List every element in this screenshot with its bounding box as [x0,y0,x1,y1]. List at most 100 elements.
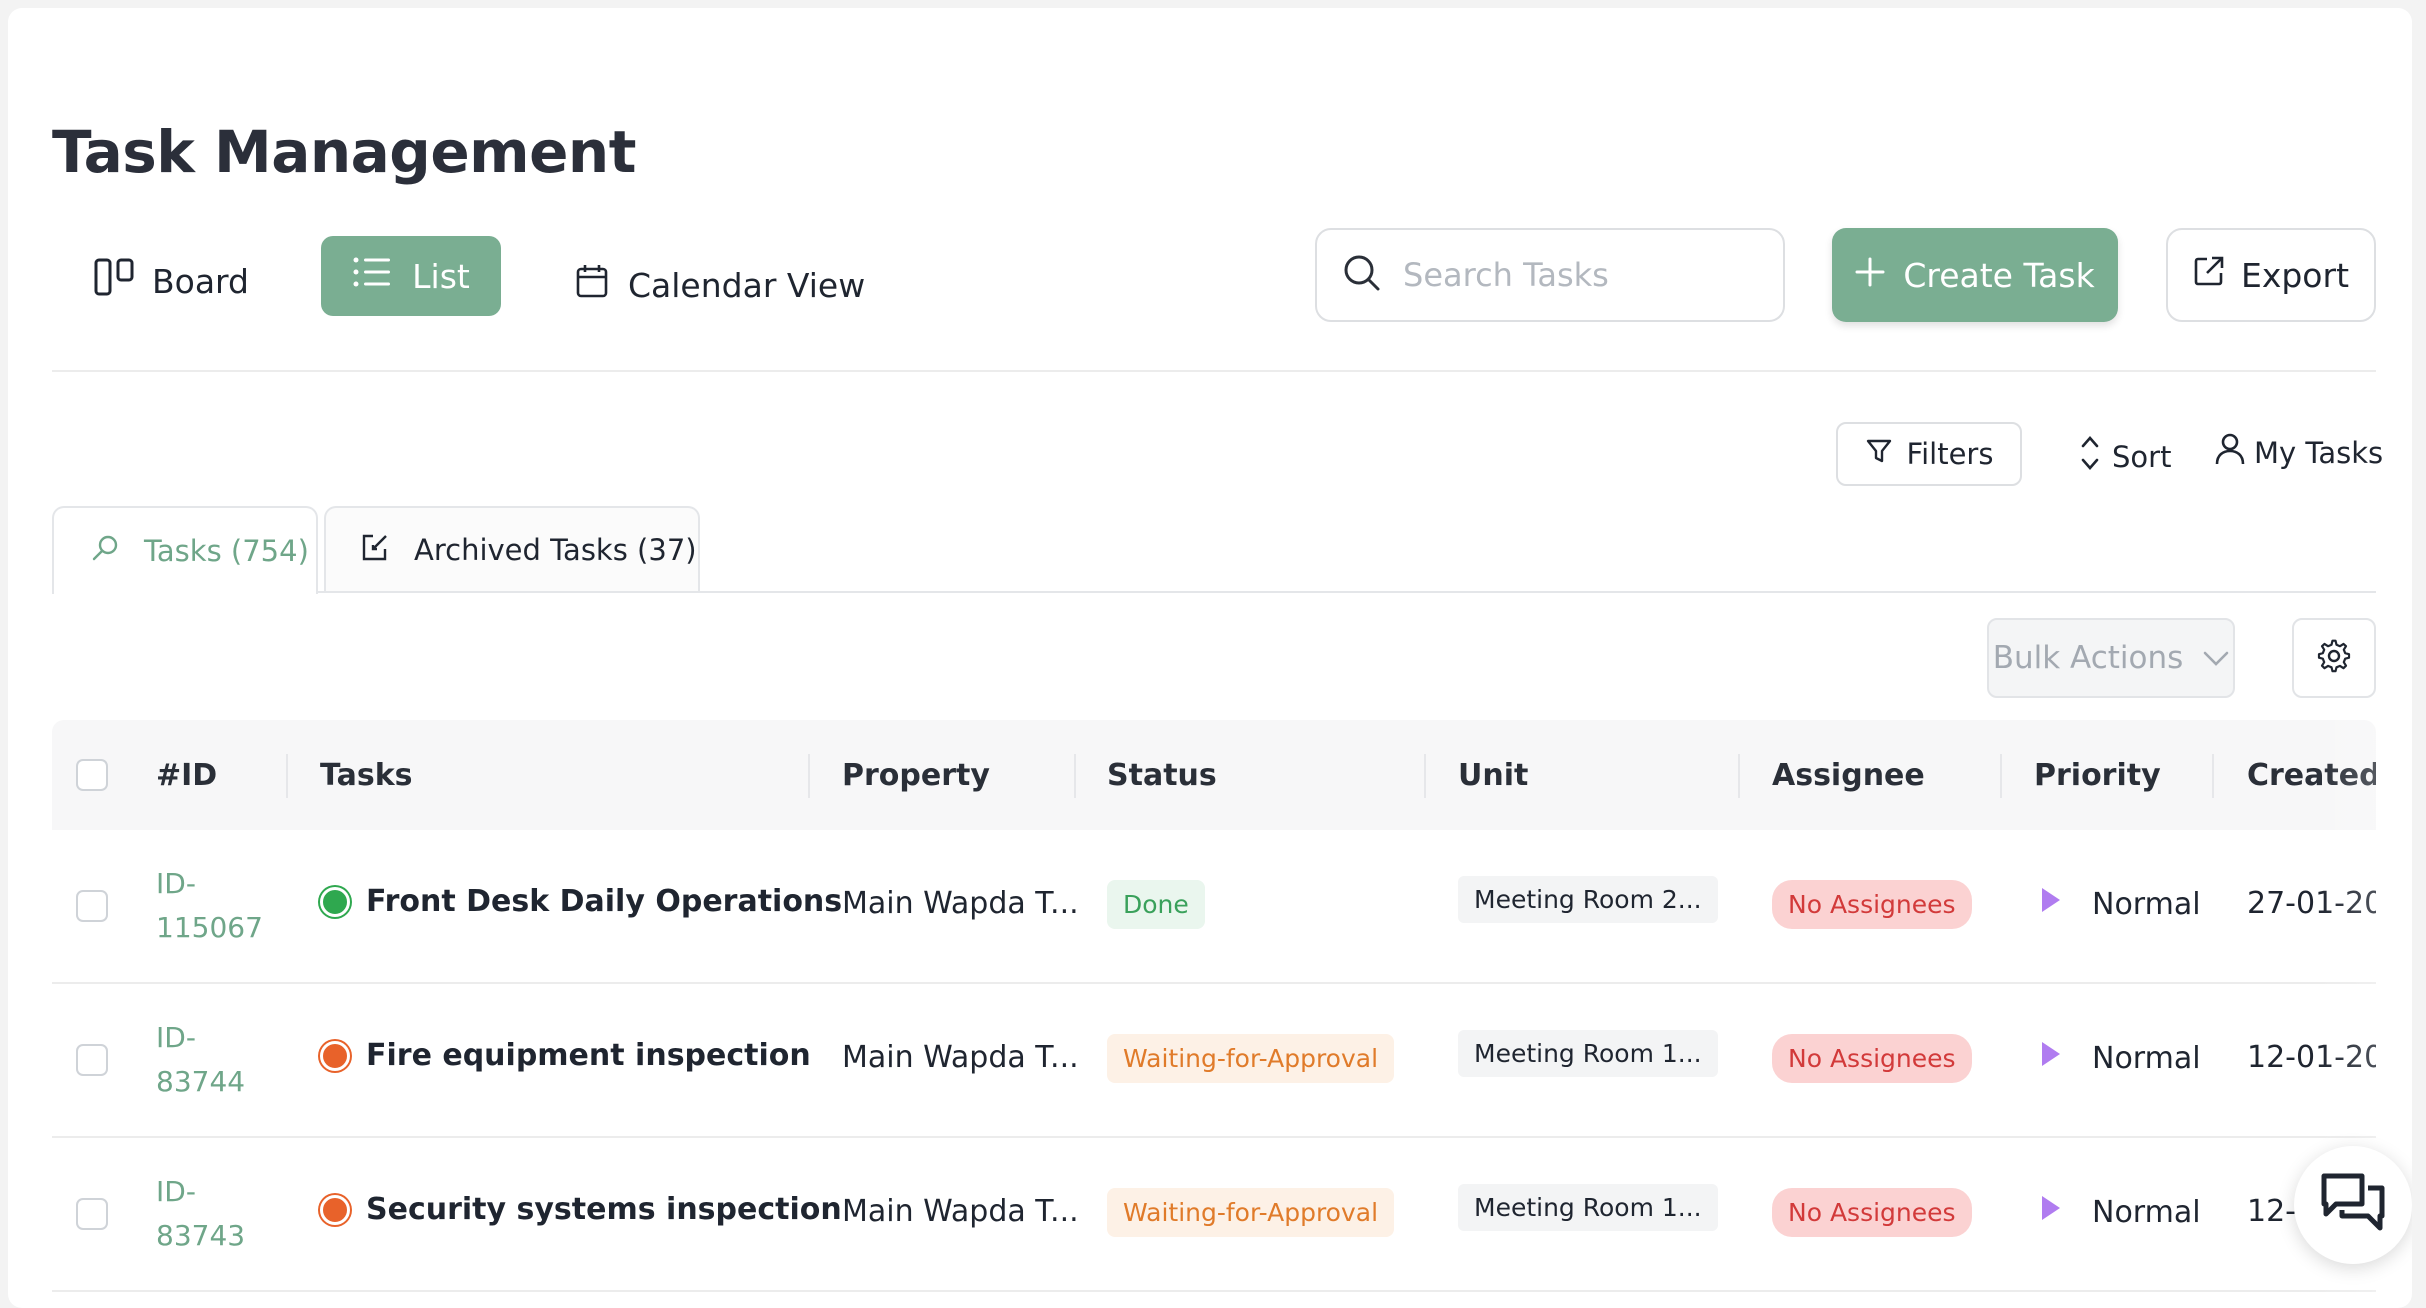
calendar-icon [576,264,608,306]
table-settings-button[interactable] [2292,618,2376,698]
task-name[interactable]: Fire equipment inspection [320,1038,811,1073]
chat-button[interactable] [2294,1146,2412,1264]
view-list-label: List [412,256,470,296]
status-badge[interactable]: Done [1107,880,1205,929]
flag-icon [2040,1194,2062,1230]
my-tasks-label: My Tasks [2254,435,2384,470]
header-priority[interactable]: Priority [2034,720,2161,830]
column-divider [1074,754,1076,798]
filter-icon [1865,437,1893,472]
task-id-link[interactable]: ID-115067 [156,862,266,950]
table-row[interactable]: ID-83743 Security systems inspection Mai… [52,1138,2376,1292]
task-name-label: Security systems inspection [366,1192,842,1227]
task-name-label: Fire equipment inspection [366,1038,811,1073]
flag-icon [2040,1040,2062,1076]
plus-icon [1855,256,1885,295]
list-icon [352,255,392,297]
view-list-button[interactable]: List [321,236,501,316]
assignee-badge[interactable]: No Assignees [1772,1034,1972,1083]
filters-button[interactable]: Filters [1836,422,2022,486]
priority-label: Normal [2092,1040,2201,1076]
sort-button[interactable]: Sort [2078,434,2171,479]
task-name-label: Front Desk Daily Operations [366,884,843,919]
create-task-button[interactable]: Create Task [1832,228,2118,322]
column-divider [1424,754,1426,798]
export-label: Export [2240,255,2350,295]
task-id-link[interactable]: ID-83743 [156,1170,266,1258]
task-name[interactable]: Front Desk Daily Operations [320,884,842,919]
select-all-cell [76,720,108,830]
create-task-label: Create Task [1903,255,2095,295]
sort-label: Sort [2112,439,2172,474]
bulk-actions-label: Bulk Actions [1992,640,2184,676]
task-name[interactable]: Security systems inspection [320,1192,842,1227]
unit-chip: Meeting Room 1... [1458,1184,1718,1231]
assignee-badge[interactable]: No Assignees [1772,880,1972,929]
chat-icon [2320,1172,2386,1238]
header-id[interactable]: #ID [156,720,217,830]
bulk-actions-dropdown[interactable]: Bulk Actions [1987,618,2235,698]
unit-cell: Meeting Room 2... [1458,876,1718,923]
header-unit[interactable]: Unit [1458,720,1528,830]
row-checkbox[interactable] [76,1198,108,1230]
status-badge[interactable]: Waiting-for-Approval [1107,1188,1395,1237]
column-divider [1738,754,1740,798]
assignee-badge[interactable]: No Assignees [1772,1188,1972,1237]
table-header: #ID Tasks Property Status Unit Assignee … [52,720,2376,830]
sort-icon [2078,434,2102,479]
property-cell: Main Wapda T... [842,1040,1079,1075]
row-checkbox[interactable] [76,1044,108,1076]
priority-cell[interactable]: Normal [2040,1194,2201,1230]
task-id-link[interactable]: ID-83744 [156,1016,266,1104]
header-tasks[interactable]: Tasks [320,720,413,830]
search-box[interactable] [1315,228,1785,322]
column-divider [2212,754,2214,798]
view-calendar-button[interactable]: Calendar View [576,256,865,314]
search-input[interactable] [1401,255,1765,295]
assignee-cell: No Assignees [1772,1188,1972,1237]
property-cell: Main Wapda T... [842,886,1079,921]
my-tasks-button[interactable]: My Tasks [2214,432,2383,473]
header-assignee[interactable]: Assignee [1772,720,1925,830]
archive-icon [360,532,390,569]
select-all-checkbox[interactable] [76,759,108,791]
view-calendar-label: Calendar View [628,265,866,305]
table-row[interactable]: ID-83744 Fire equipment inspection Main … [52,984,2376,1138]
status-cell: Done [1107,880,1205,929]
header-property[interactable]: Property [842,720,990,830]
priority-cell[interactable]: Normal [2040,886,2201,922]
column-divider [808,754,810,798]
created-at-cell: 12- [2247,1194,2296,1229]
view-board-button[interactable]: Board [94,252,249,310]
view-board-label: Board [152,261,249,301]
export-icon [2193,255,2225,295]
tabs-divider [52,591,2376,593]
priority-label: Normal [2092,886,2201,922]
row-checkbox[interactable] [76,890,108,922]
chevron-down-icon [2203,640,2229,676]
row-select-cell [76,1198,108,1230]
tab-archived-label: Archived Tasks (37) [414,533,697,567]
tab-archived-tasks[interactable]: Archived Tasks (37) [324,506,700,592]
page-card: Task Management Board List Calendar View… [8,8,2412,1308]
search-icon [1343,254,1381,296]
user-icon [2214,432,2246,473]
column-divider [2000,754,2002,798]
tasks-table: #ID Tasks Property Status Unit Assignee … [52,720,2376,1308]
gear-icon [2317,639,2351,677]
table-row[interactable]: ID-115067 Front Desk Daily Operations Ma… [52,830,2376,984]
header-divider [52,370,2376,372]
header-status[interactable]: Status [1107,720,1217,830]
unit-cell: Meeting Room 1... [1458,1184,1718,1231]
unit-cell: Meeting Room 1... [1458,1030,1718,1077]
task-status-dot [320,886,350,917]
unit-chip: Meeting Room 2... [1458,876,1718,923]
task-status-dot [320,1194,350,1225]
status-badge[interactable]: Waiting-for-Approval [1107,1034,1395,1083]
flag-icon [2040,886,2062,922]
filters-label: Filters [1906,437,1994,471]
tab-tasks[interactable]: Tasks (754) [52,506,318,594]
priority-cell[interactable]: Normal [2040,1040,2201,1076]
status-cell: Waiting-for-Approval [1107,1034,1395,1083]
export-button[interactable]: Export [2166,228,2376,322]
